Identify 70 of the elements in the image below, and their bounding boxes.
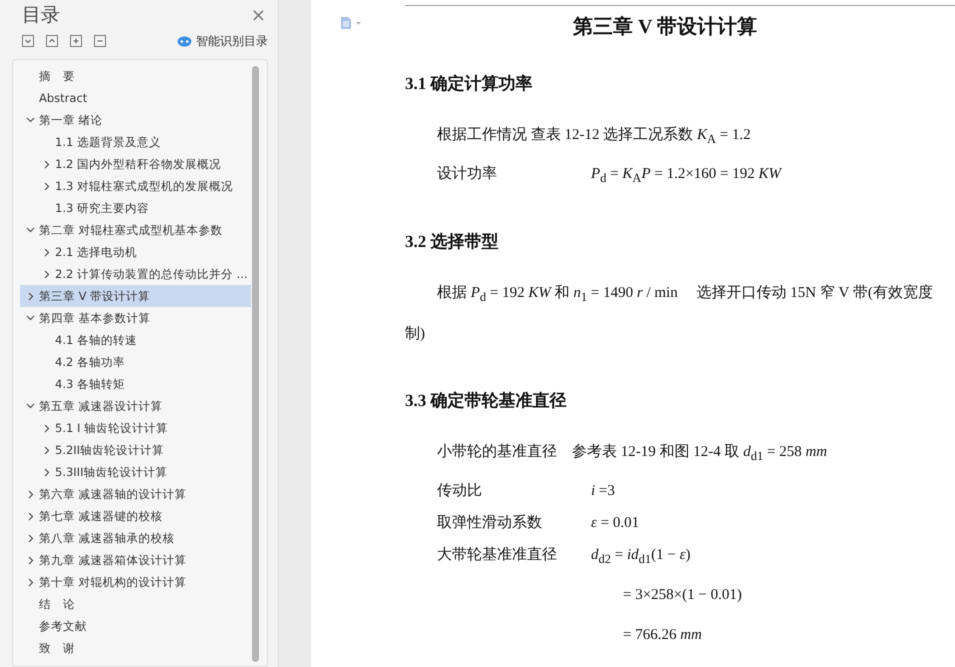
toc-item[interactable]: 1.3 对辊柱塞式成型机的发展概况	[20, 175, 251, 197]
toc-item[interactable]: 第九章 减速器箱体设计计算	[20, 549, 251, 571]
toc-item[interactable]: 第十章 对辊机构的设计计算	[20, 571, 251, 593]
parameter-label: 大带轮基准准直径	[437, 546, 558, 565]
toc-item[interactable]: 2.2 计算传动装置的总传动比并分 ...	[20, 263, 251, 285]
toc-item[interactable]: 摘 要	[20, 65, 251, 87]
toc-item[interactable]: 1.1 选题背景及意义	[20, 131, 251, 153]
chevron-right-icon[interactable]	[28, 534, 34, 542]
chevron-up-icon[interactable]	[46, 35, 58, 47]
paragraph: 根据 P$_{d}$ = 192 KW 和 n$_{1}$ = 1490 r / min 选择开口传动 15N 窄 V 带(有效宽度制)	[405, 283, 934, 344]
section-heading: 3.3 确定带轮基准直径	[405, 390, 568, 412]
toc-item[interactable]: 参考文献	[20, 615, 251, 637]
toc-item[interactable]: 5.3III轴齿轮设计计算	[20, 461, 251, 483]
toc-item[interactable]: 4.2 各轴功率	[20, 351, 251, 373]
panel-title: 目录	[22, 3, 60, 28]
toc-item[interactable]: 第七章 减速器键的校核	[20, 505, 251, 527]
toc-item[interactable]: 第三章 V 带设计计算	[20, 285, 251, 307]
robot-icon	[177, 36, 192, 46]
toc-item[interactable]: Abstract	[20, 87, 251, 109]
parameter-label: 设计功率	[437, 164, 498, 184]
toc-item[interactable]: 1.2 国内外型秸秆谷物发展概况	[20, 153, 251, 175]
minus-icon[interactable]	[94, 35, 106, 47]
chevron-right-icon[interactable]	[44, 182, 50, 190]
chevron-right-icon[interactable]	[44, 248, 50, 256]
chevron-right-icon[interactable]	[44, 160, 50, 168]
chevron-right-icon[interactable]	[28, 490, 34, 498]
toc-item[interactable]: 2.1 选择电动机	[20, 241, 251, 263]
chevron-right-icon[interactable]	[44, 424, 50, 432]
chevron-right-icon[interactable]	[44, 270, 50, 278]
formula: = 766.26 mm	[623, 626, 702, 645]
chevron-down-icon[interactable]	[22, 35, 34, 47]
scrollbar[interactable]	[252, 66, 259, 662]
section-heading: 3.2 选择带型	[405, 231, 500, 253]
chapter-title: 第三章 V 带设计计算	[572, 14, 758, 40]
toc-item[interactable]: 第八章 减速器轴承的校核	[20, 527, 251, 549]
toc-item[interactable]: 5.1 I 轴齿轮设计计算	[20, 417, 251, 439]
toc-item[interactable]: 第一章 绪论	[20, 109, 251, 131]
parameter-label: 传动比	[437, 482, 483, 501]
toc-item[interactable]: 第六章 减速器轴的设计计算	[20, 483, 251, 505]
chevron-down-icon[interactable]	[26, 315, 35, 321]
toc-item[interactable]: 4.3 各轴转矩	[20, 373, 251, 395]
smart-toc-link[interactable]: 智能识别目录	[196, 32, 268, 50]
chevron-right-icon[interactable]	[28, 292, 34, 300]
chevron-right-icon[interactable]	[28, 578, 34, 586]
section-heading: 3.1 确定计算功率	[405, 73, 534, 95]
chevron-right-icon[interactable]	[28, 556, 34, 564]
chevron-down-icon[interactable]	[26, 403, 35, 409]
toc-item[interactable]: 4.1 各轴的转速	[20, 329, 251, 351]
chevron-right-icon[interactable]	[28, 512, 34, 520]
chevron-down-icon[interactable]	[26, 227, 35, 233]
plus-icon[interactable]	[70, 35, 82, 47]
paragraph: 根据工作情况 查表 12-12 选择工况系数 K$_{A}$ = 1.2	[436, 126, 752, 148]
toc-item[interactable]: 1.3 研究主要内容	[20, 197, 251, 219]
formula: ε = 0.01	[591, 514, 640, 533]
toc-item[interactable]: 5.2II轴齿轮设计计算	[20, 439, 251, 461]
toc-item[interactable]: 第五章 减速器设计计算	[20, 395, 251, 417]
close-icon[interactable]: ×	[250, 4, 266, 26]
toc-item[interactable]: 结 论	[20, 593, 251, 615]
formula: i =3	[591, 482, 615, 501]
chevron-down-icon[interactable]	[26, 117, 35, 123]
parameter-label: 取弹性滑动系数	[437, 514, 543, 533]
chevron-right-icon[interactable]	[44, 468, 50, 476]
chevron-right-icon[interactable]	[44, 446, 50, 454]
toc-item[interactable]: 致 谢	[20, 637, 251, 659]
paragraph: 小带轮的基准直径 参考表 12-19 和图 12-4 取 d$_{d1}$ = 258 mm	[436, 442, 828, 465]
toc-item[interactable]: 第四章 基本参数计算	[20, 307, 251, 329]
toc-item[interactable]: 第二章 对辊柱塞式成型机基本参数	[20, 219, 251, 241]
formula: d$_{d2}$ = id$_{d1}$(1 − ε)	[591, 546, 691, 568]
formula: = 3×258×(1 − 0.01)	[623, 586, 742, 605]
formula: P$_{d}$ = K$_{A}$P = 1.2×160 = 192 KW	[591, 165, 781, 187]
